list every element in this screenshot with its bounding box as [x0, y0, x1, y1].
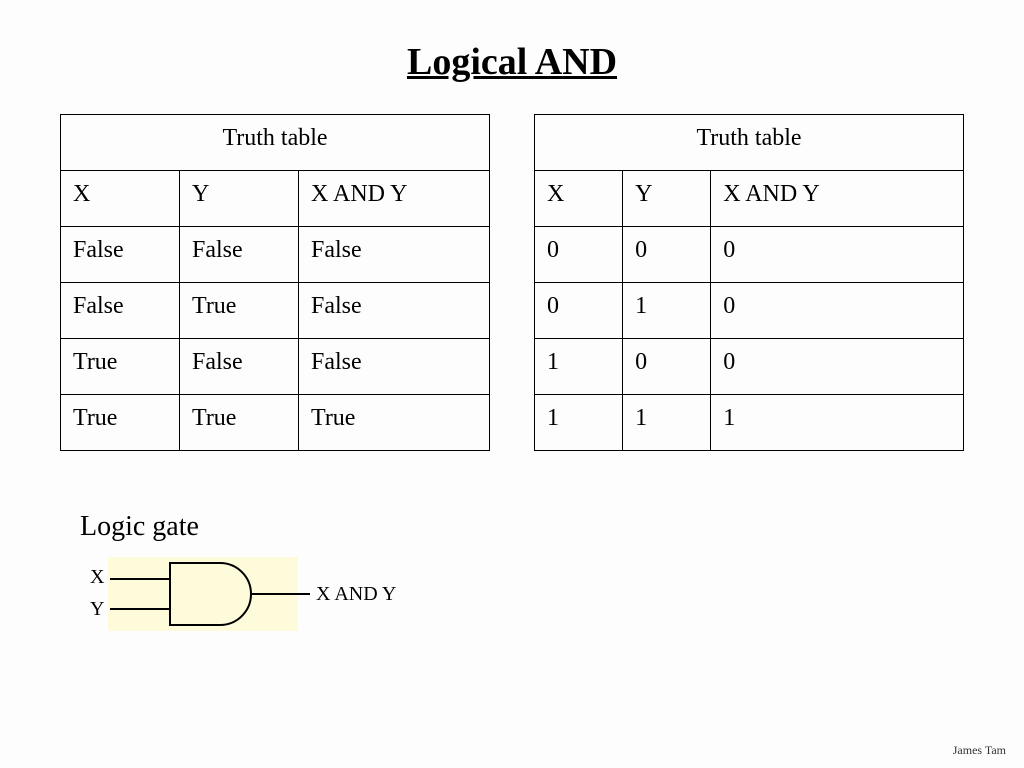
table-row: 1 1 1: [535, 395, 964, 451]
cell: True: [180, 283, 299, 339]
tables-row: Truth table X Y X AND Y False False Fals…: [60, 114, 964, 451]
cell: 0: [535, 227, 623, 283]
truth-table-boolean: Truth table X Y X AND Y False False Fals…: [60, 114, 490, 451]
page-title: Logical AND: [60, 40, 964, 84]
cell: 0: [711, 283, 964, 339]
gate-input-x-label: X: [90, 566, 105, 588]
col-header: Y: [623, 171, 711, 227]
table-caption: Truth table: [61, 115, 490, 171]
and-gate-diagram: X Y X AND Y: [80, 549, 964, 639]
and-gate-icon: X Y X AND Y: [80, 549, 420, 639]
cell: 0: [711, 339, 964, 395]
table-row: 0 0 0: [535, 227, 964, 283]
table-row: False True False: [61, 283, 490, 339]
col-header: X AND Y: [299, 171, 490, 227]
cell: 1: [535, 395, 623, 451]
cell: 1: [711, 395, 964, 451]
cell: True: [180, 395, 299, 451]
col-header: X: [61, 171, 180, 227]
col-header: X AND Y: [711, 171, 964, 227]
table-row: 1 0 0: [535, 339, 964, 395]
cell: False: [61, 227, 180, 283]
cell: 1: [535, 339, 623, 395]
table-row: True False False: [61, 339, 490, 395]
gate-output-label: X AND Y: [316, 583, 396, 605]
cell: False: [61, 283, 180, 339]
table-caption: Truth table: [535, 115, 964, 171]
table-row: 0 1 0: [535, 283, 964, 339]
cell: 1: [623, 395, 711, 451]
cell: 1: [623, 283, 711, 339]
cell: 0: [623, 227, 711, 283]
cell: False: [180, 339, 299, 395]
cell: False: [180, 227, 299, 283]
table-row: False False False: [61, 227, 490, 283]
cell: False: [299, 227, 490, 283]
footer-author: James Tam: [953, 743, 1006, 758]
cell: True: [61, 395, 180, 451]
table-row: True True True: [61, 395, 490, 451]
cell: True: [299, 395, 490, 451]
cell: False: [299, 283, 490, 339]
cell: 0: [623, 339, 711, 395]
truth-table-binary: Truth table X Y X AND Y 0 0 0 0 1 0 1 0 …: [534, 114, 964, 451]
gate-input-y-label: Y: [90, 598, 104, 620]
logic-gate-label: Logic gate: [80, 511, 964, 543]
cell: False: [299, 339, 490, 395]
col-header: X: [535, 171, 623, 227]
cell: 0: [711, 227, 964, 283]
cell: 0: [535, 283, 623, 339]
col-header: Y: [180, 171, 299, 227]
cell: True: [61, 339, 180, 395]
